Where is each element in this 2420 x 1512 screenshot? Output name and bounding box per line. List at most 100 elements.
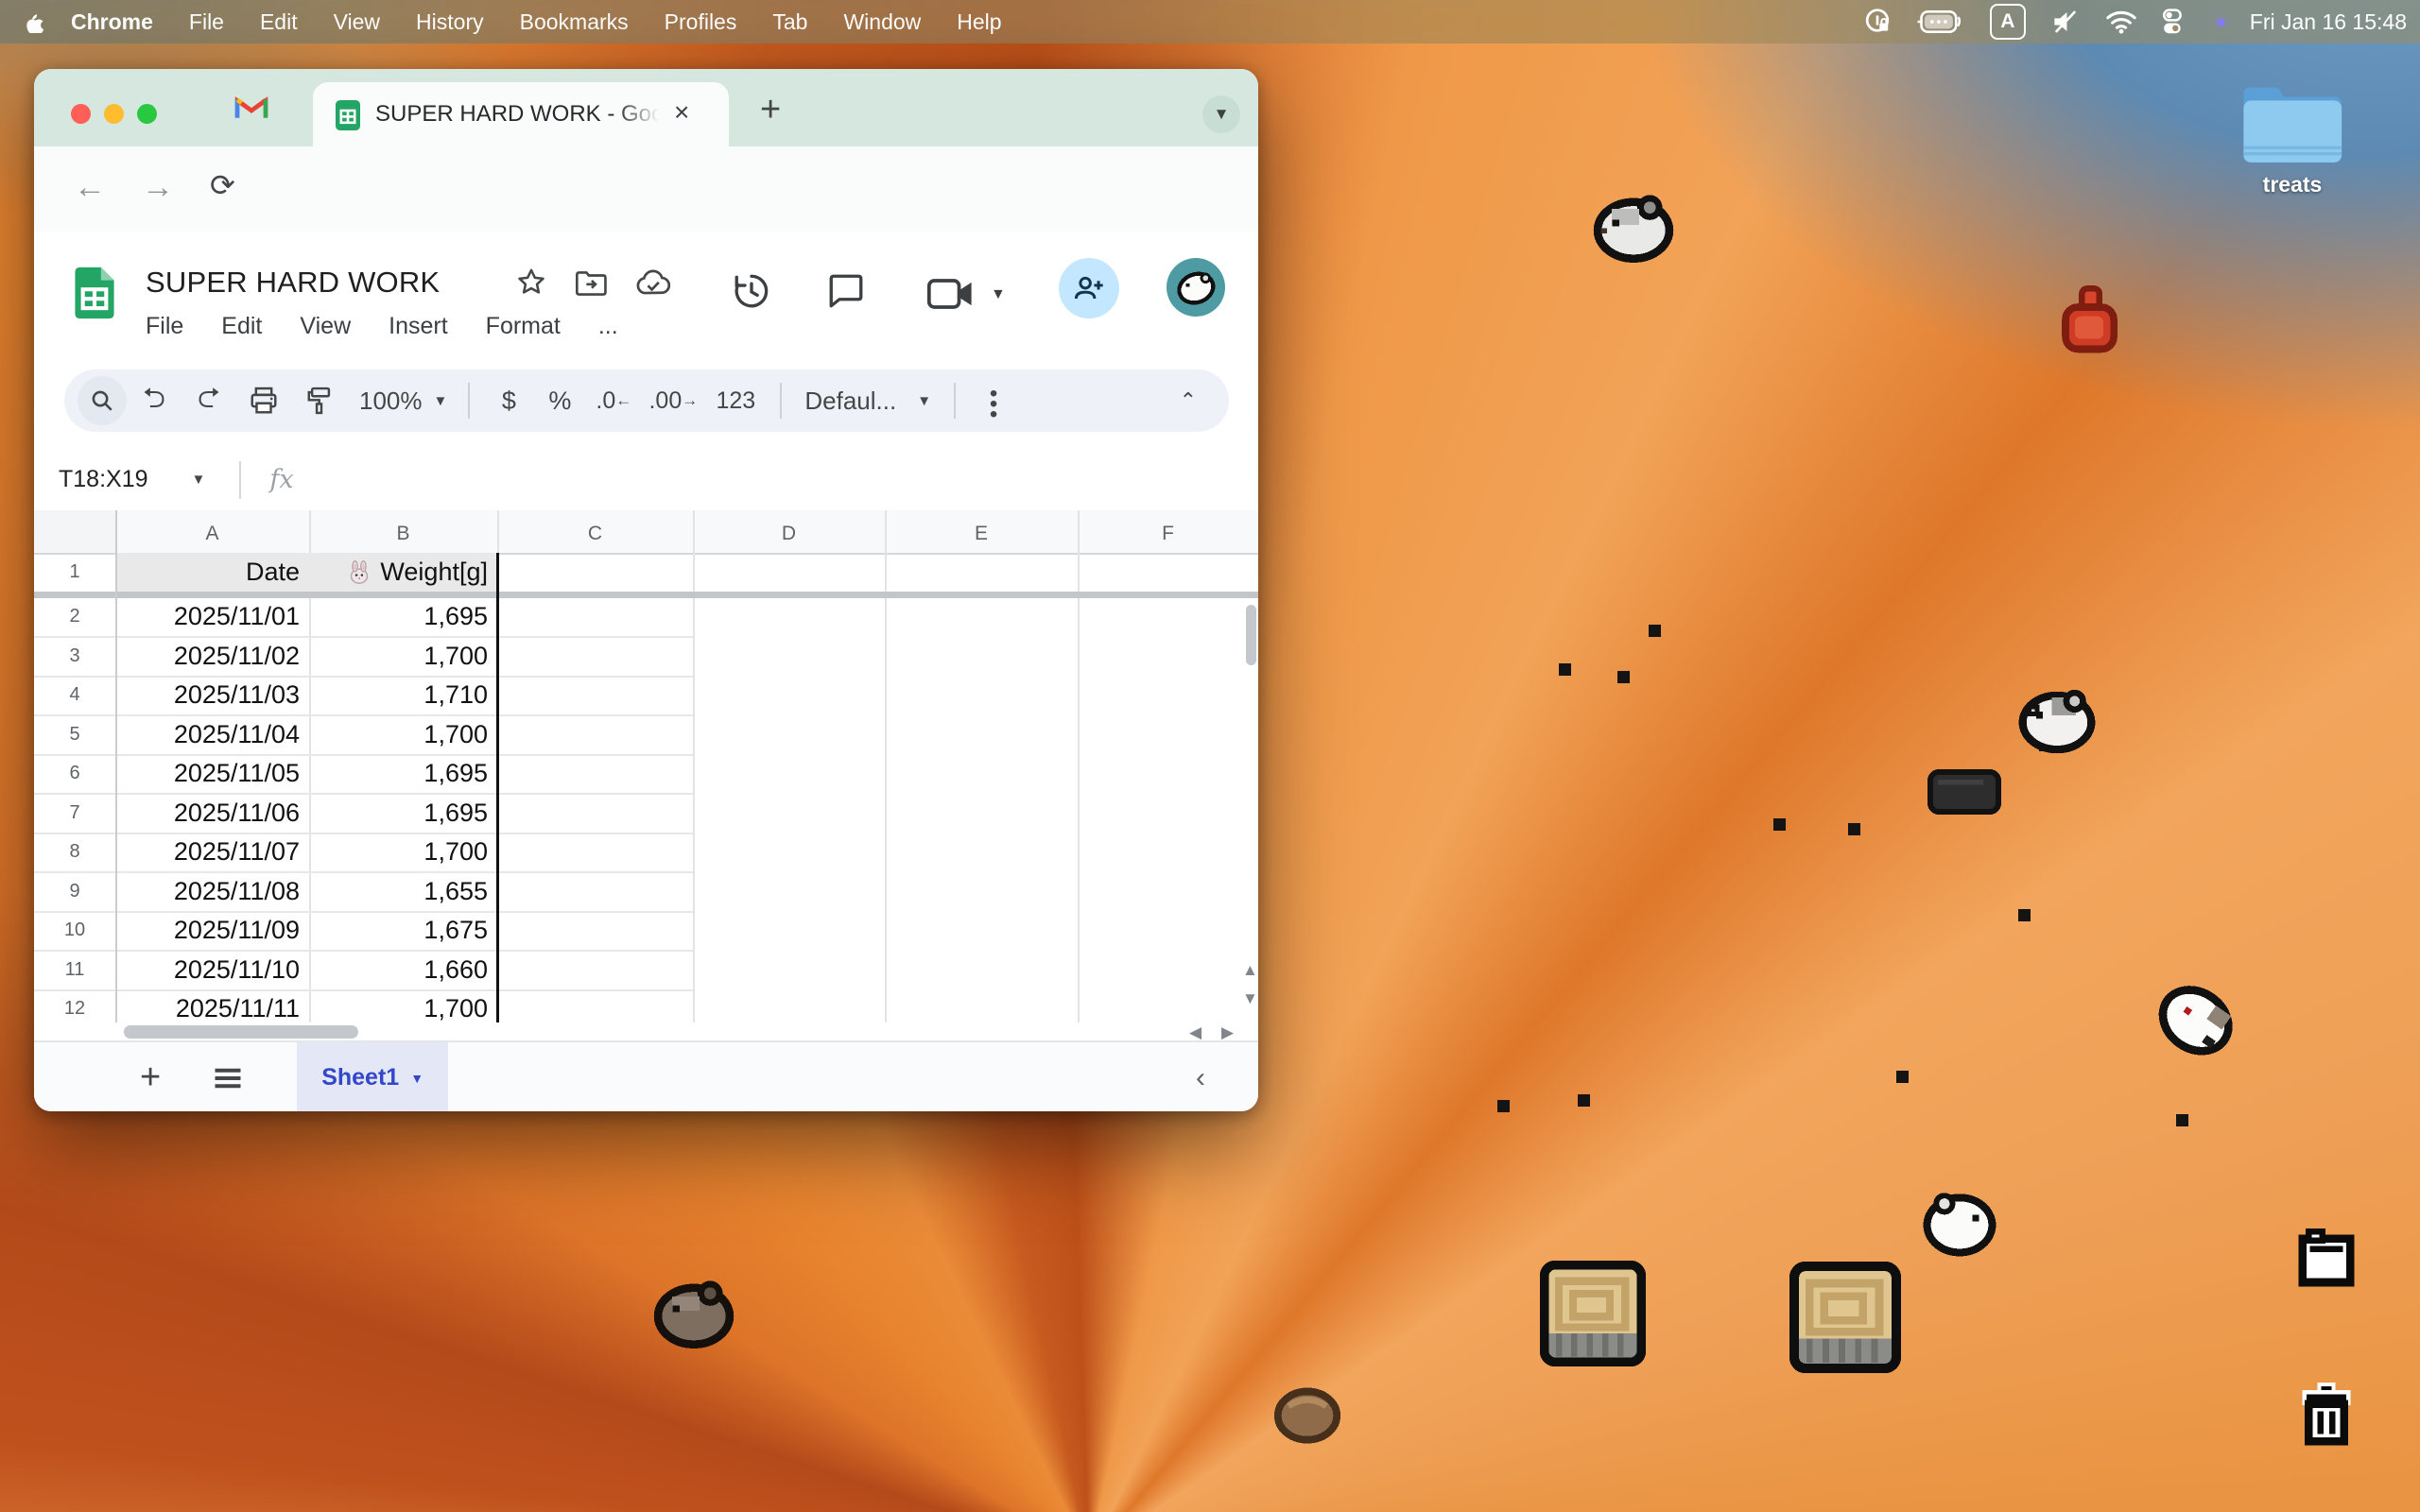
cell-A5[interactable]: 2025/11/04 — [115, 714, 309, 754]
cell-A6[interactable]: 2025/11/05 — [115, 754, 309, 793]
hide-toolbar-icon[interactable]: ⌃ — [1180, 388, 1197, 413]
trash-can-icon[interactable] — [2297, 1382, 2356, 1448]
increase-decimal-button[interactable]: .00→ — [642, 387, 704, 415]
gmail-pinned-tab-icon[interactable] — [234, 94, 268, 121]
row-header-2[interactable]: 2 — [34, 597, 115, 636]
doc-title[interactable]: SUPER HARD WORK — [146, 266, 440, 300]
cell-B6[interactable]: 1,695 — [309, 754, 497, 793]
sheet-tab-dropdown-icon[interactable]: ▼ — [410, 1071, 424, 1086]
decrease-decimal-button[interactable]: .0← — [585, 387, 642, 415]
menubar-item-help[interactable]: Help — [939, 9, 1019, 35]
hamster-sprite[interactable] — [2015, 677, 2099, 758]
meet-dropdown-icon[interactable]: ▼ — [991, 286, 1006, 303]
sheet-tab-sheet1[interactable]: Sheet1 ▼ — [297, 1042, 448, 1111]
zoom-select[interactable]: 100%▼ — [359, 387, 447, 416]
menubar-item-edit[interactable]: Edit — [242, 9, 316, 35]
cell-B10[interactable]: 1,675 — [309, 911, 497, 950]
hamster-sprite[interactable] — [2153, 975, 2240, 1062]
column-header-E[interactable]: E — [885, 515, 1078, 553]
column-header-D[interactable]: D — [693, 515, 885, 553]
row-header-1[interactable]: 1 — [34, 553, 115, 592]
new-tab-button[interactable]: + — [760, 90, 781, 130]
name-box[interactable]: T18:X19 — [59, 466, 148, 493]
move-folder-icon[interactable] — [575, 269, 607, 298]
add-sheet-button[interactable]: + — [140, 1057, 161, 1098]
paint-format-icon[interactable] — [291, 387, 346, 415]
menubar-app-name[interactable]: Chrome — [53, 9, 171, 35]
menu-view[interactable]: View — [300, 313, 351, 340]
apple-logo-icon[interactable] — [23, 9, 43, 33]
scroll-up-icon[interactable]: ▲ — [1242, 962, 1258, 978]
star-doc-icon[interactable] — [516, 267, 546, 298]
reload-icon[interactable]: ⟳ — [210, 167, 235, 203]
menubar-item-view[interactable]: View — [316, 9, 398, 35]
cell-A4[interactable]: 2025/11/03 — [115, 676, 309, 714]
row-header-5[interactable]: 5 — [34, 714, 115, 754]
font-select[interactable]: Defaul...▼ — [804, 387, 931, 416]
menubar-item-file[interactable]: File — [171, 9, 242, 35]
menubar-item-history[interactable]: History — [398, 9, 502, 35]
menu-edit[interactable]: Edit — [221, 313, 262, 340]
treat-bag-sprite[interactable] — [2053, 284, 2125, 355]
cell-B9[interactable]: 1,655 — [309, 871, 497, 911]
cell-B3[interactable]: 1,700 — [309, 636, 497, 676]
close-window-button[interactable] — [71, 104, 91, 124]
version-history-icon[interactable] — [732, 271, 771, 311]
cell-A10[interactable]: 2025/11/09 — [115, 911, 309, 950]
cell-A3[interactable]: 2025/11/02 — [115, 636, 309, 676]
cell-A12[interactable]: 2025/11/11 — [115, 989, 309, 1022]
formula-input[interactable] — [294, 449, 1258, 510]
account-avatar[interactable] — [1167, 258, 1225, 317]
scroll-down-icon[interactable]: ▼ — [1242, 990, 1258, 1006]
row-header-6[interactable]: 6 — [34, 754, 115, 793]
menu-file[interactable]: File — [146, 313, 183, 340]
format-currency-button[interactable]: $ — [483, 387, 534, 416]
hamster-sprite[interactable] — [1590, 185, 1677, 265]
column-header-F[interactable]: F — [1078, 515, 1258, 553]
cloud-saved-icon[interactable] — [635, 267, 671, 298]
wifi-icon[interactable] — [2105, 9, 2137, 34]
row-header-9[interactable]: 9 — [34, 871, 115, 911]
onepassword-menu-icon[interactable] — [1863, 8, 1892, 36]
row-header-12[interactable]: 12 — [34, 989, 115, 1022]
row-header-3[interactable]: 3 — [34, 636, 115, 676]
cell-B11[interactable]: 1,660 — [309, 950, 497, 989]
menubar-clock[interactable]: Fri Jan 16 15:48 — [2250, 9, 2407, 35]
cell-B4[interactable]: 1,710 — [309, 676, 497, 714]
all-sheets-icon[interactable] — [214, 1067, 242, 1090]
tab-search-button[interactable]: ▼ — [1202, 95, 1240, 133]
cell-B7[interactable]: 1,695 — [309, 793, 497, 833]
input-source-icon[interactable]: A — [1990, 4, 2026, 40]
row-header-4[interactable]: 4 — [34, 676, 115, 714]
cell-B12[interactable]: 1,700 — [309, 989, 497, 1022]
menu-overflow[interactable]: ... — [598, 313, 618, 340]
nut-sprite[interactable] — [1270, 1382, 1344, 1450]
more-formats-button[interactable]: 123 — [704, 387, 767, 415]
search-icon[interactable] — [78, 376, 127, 425]
hamster-sprite[interactable] — [1919, 1177, 2000, 1263]
minimize-window-button[interactable] — [104, 104, 124, 124]
menubar-item-tab[interactable]: Tab — [754, 9, 825, 35]
row-header-7[interactable]: 7 — [34, 793, 115, 833]
toolbar-more-icon[interactable]: ••• — [969, 383, 1018, 420]
meet-camera-icon[interactable] — [926, 277, 979, 311]
cell-B5[interactable]: 1,700 — [309, 714, 497, 754]
tab-close-icon[interactable]: × — [674, 97, 689, 128]
cell-B2[interactable]: 1,695 — [309, 597, 497, 636]
vertical-scrollbar-thumb[interactable] — [1246, 605, 1256, 665]
format-percent-button[interactable]: % — [534, 387, 585, 416]
share-button[interactable] — [1059, 258, 1119, 318]
mute-icon[interactable] — [2050, 9, 2081, 35]
cell-A11[interactable]: 2025/11/10 — [115, 950, 309, 989]
comments-icon[interactable] — [826, 271, 866, 311]
hay-block-sprite[interactable] — [1789, 1259, 1902, 1376]
select-all-corner[interactable] — [34, 510, 117, 553]
sheets-logo[interactable] — [72, 262, 117, 324]
print-icon[interactable] — [236, 387, 291, 415]
treats-folder[interactable]: treats — [2223, 77, 2361, 198]
hay-block-sprite[interactable] — [1539, 1259, 1647, 1368]
forward-icon[interactable]: → — [142, 169, 174, 206]
active-tab[interactable]: SUPER HARD WORK - Google × — [313, 82, 729, 146]
undo-icon[interactable]: ⮌ — [127, 377, 182, 425]
menu-insert[interactable]: Insert — [389, 313, 448, 340]
